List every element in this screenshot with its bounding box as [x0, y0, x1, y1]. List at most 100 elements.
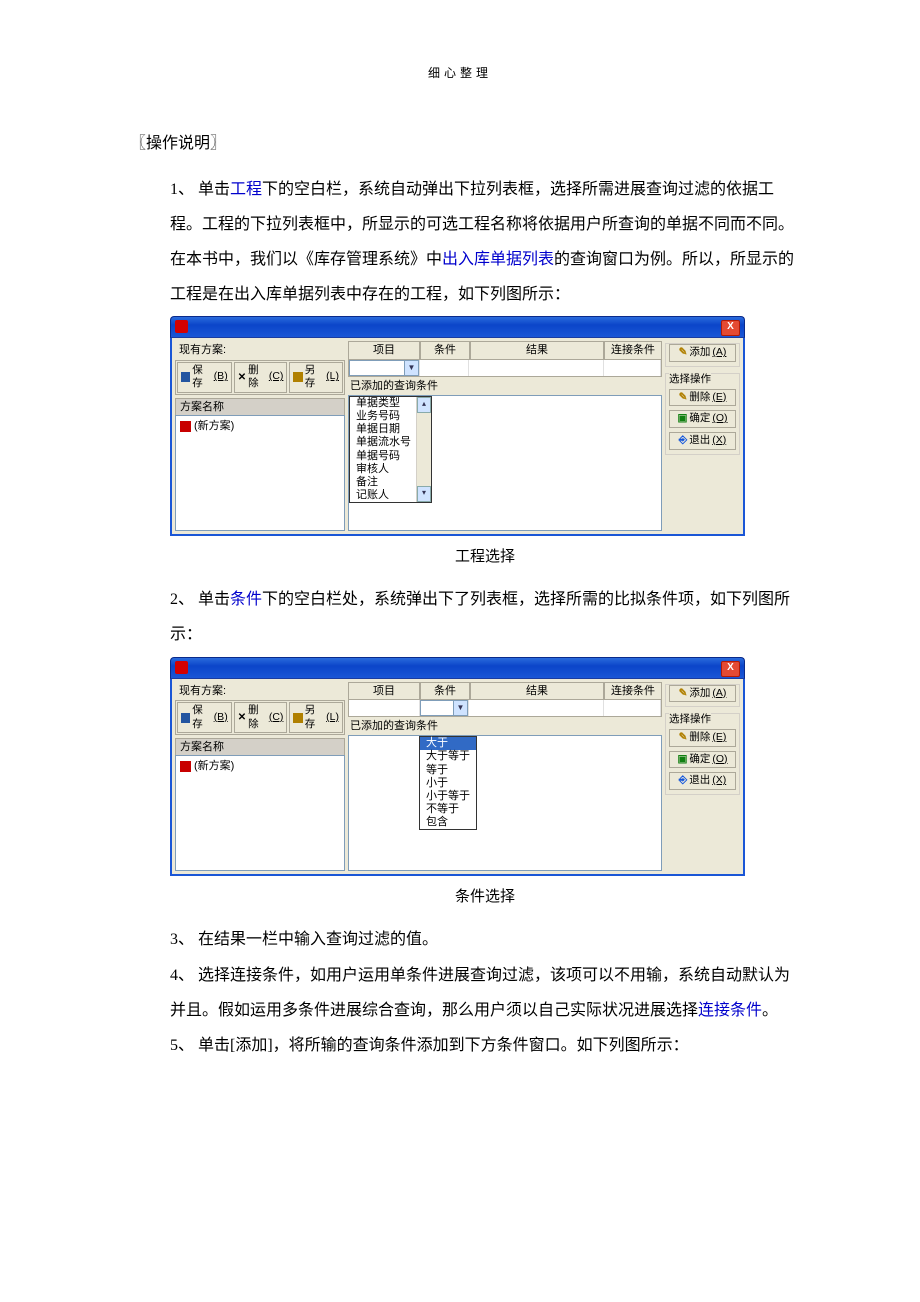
app-icon	[175, 661, 188, 674]
app-icon	[175, 320, 188, 333]
delete-button[interactable]: ✕删除(C)	[234, 362, 288, 393]
add-icon: ✎	[679, 346, 688, 360]
add-button[interactable]: ✎添加(A)	[669, 344, 736, 362]
dropdown-option[interactable]: 大于	[420, 737, 476, 750]
dropdown-option[interactable]: 单据日期	[350, 423, 417, 436]
save-icon	[181, 713, 190, 723]
text: 在结果一栏中输入查询过滤的值。	[198, 931, 438, 948]
add-icon: ✎	[679, 687, 688, 701]
current-plan-label: 现有方案:	[175, 682, 345, 700]
delete-icon: ✎	[679, 391, 688, 405]
dropdown-option[interactable]: 等于	[420, 764, 476, 777]
ok-button[interactable]: ▣确定(O)	[669, 751, 736, 769]
dropdown-option[interactable]: 单据流水号	[350, 436, 417, 449]
dropdown-option[interactable]: 单据号码	[350, 450, 417, 463]
step-num: 5、	[170, 1037, 194, 1054]
save-button[interactable]: 保存(B)	[177, 362, 232, 393]
close-button[interactable]: X	[721, 661, 740, 677]
exit-icon: ⎆	[679, 434, 687, 448]
caption-1: 工程选择	[170, 542, 800, 572]
dropdown-option[interactable]: 备注	[350, 476, 417, 489]
saveas-icon	[293, 372, 302, 382]
condition-combo[interactable]: ▼	[420, 700, 468, 716]
link-doc-list: 出入库单据列表	[442, 251, 554, 268]
dropdown-option[interactable]: 业务号码	[350, 410, 417, 423]
step-4: 4、选择连接条件，如用户运用单条件进展查询过滤，该项可以不用输，系统自动默认为并…	[170, 958, 800, 1028]
add-button[interactable]: ✎添加(A)	[669, 685, 736, 703]
dropdown-option[interactable]: 小于	[420, 777, 476, 790]
screenshot-project-select: X 现有方案: 保存(B) ✕删除(C) 另存(L) 方案名称	[170, 316, 745, 536]
chevron-down-icon[interactable]: ▼	[453, 701, 467, 715]
exit-button[interactable]: ⎆退出(X)	[669, 772, 736, 790]
saveas-icon	[293, 713, 302, 723]
exit-button[interactable]: ⎆退出(X)	[669, 432, 736, 450]
dropdown-option[interactable]: 记账人	[350, 489, 417, 502]
step-3: 3、在结果一栏中输入查询过滤的值。	[170, 922, 800, 957]
text: 单击	[198, 181, 230, 198]
plan-icon	[180, 761, 191, 772]
titlebar[interactable]: X	[170, 316, 745, 338]
plan-list[interactable]: (新方案)	[175, 755, 345, 871]
delete-icon: ✕	[238, 711, 246, 724]
text: 单击	[198, 591, 230, 608]
save-button[interactable]: 保存(B)	[177, 702, 232, 733]
saveas-button[interactable]: 另存(L)	[289, 362, 343, 393]
step-num: 1、	[170, 181, 194, 198]
step-2: 2、单击条件下的空白栏处，系统弹出下了列表框，选择所需的比拟条件项，如下列图所示…	[170, 582, 800, 912]
current-plan-label: 现有方案:	[175, 341, 345, 359]
dropdown-option[interactable]: 包含	[420, 816, 476, 829]
select-operation-label: 选择操作	[669, 373, 711, 387]
project-combo[interactable]: ▼	[349, 360, 419, 376]
exit-icon: ⎆	[679, 774, 687, 788]
plan-list[interactable]: (新方案)	[175, 415, 345, 531]
delete-icon: ✎	[679, 731, 688, 745]
section-title: 〖操作说明〗	[130, 126, 800, 161]
project-dropdown[interactable]: 单据类型 业务号码 单据日期 单据流水号 单据号码 审核人 备注 记账人 ▴	[349, 396, 432, 504]
link-project: 工程	[230, 181, 262, 198]
lower-label: 已添加的查询条件	[348, 377, 662, 395]
titlebar[interactable]: X	[170, 657, 745, 679]
conditions-pane[interactable]: 大于 大于等于 等于 小于 小于等于 不等于 包含	[348, 735, 662, 871]
dropdown-option[interactable]: 单据类型	[350, 397, 417, 410]
dropdown-option[interactable]: 审核人	[350, 463, 417, 476]
step-1: 1、单击工程下的空白栏，系统自动弹出下拉列表框，选择所需进展查询过滤的依据工程。…	[170, 172, 800, 573]
plan-item-label: (新方案)	[194, 419, 234, 433]
link-connect-cond: 连接条件	[698, 1002, 762, 1019]
scrollbar[interactable]: ▴ ▾	[416, 397, 431, 503]
plan-item[interactable]: (新方案)	[178, 758, 342, 774]
step-num: 3、	[170, 931, 194, 948]
scroll-up-icon[interactable]: ▴	[417, 397, 431, 413]
plan-item[interactable]: (新方案)	[178, 418, 342, 434]
dropdown-option[interactable]: 小于等于	[420, 790, 476, 803]
condition-dropdown[interactable]: 大于 大于等于 等于 小于 小于等于 不等于 包含	[419, 736, 477, 830]
col-connect: 连接条件	[604, 341, 662, 359]
link-condition: 条件	[230, 591, 262, 608]
screenshot-condition-select: X 现有方案: 保存(B) ✕删除(C) 另存(L) 方案名称	[170, 657, 745, 877]
text: 下的空白栏处，系统弹出下了列表框，选择所需的比拟条件项，如下列图所示：	[170, 591, 790, 643]
save-icon	[181, 372, 190, 382]
step-num: 2、	[170, 591, 194, 608]
text: 。	[762, 1002, 778, 1019]
page-header: 细心整理	[120, 60, 800, 86]
delete-cond-button[interactable]: ✎删除(E)	[669, 389, 736, 407]
delete-icon: ✕	[238, 371, 246, 384]
chevron-down-icon[interactable]: ▼	[404, 361, 418, 375]
col-condition: 条件	[420, 682, 470, 700]
col-result: 结果	[470, 682, 604, 700]
plan-name-header: 方案名称	[175, 398, 345, 415]
conditions-pane[interactable]: 单据类型 业务号码 单据日期 单据流水号 单据号码 审核人 备注 记账人 ▴	[348, 395, 662, 531]
step-5: 5、单击[添加]，将所输的查询条件添加到下方条件窗口。如下列图所示：	[170, 1028, 800, 1063]
dropdown-option[interactable]: 不等于	[420, 803, 476, 816]
ok-button[interactable]: ▣确定(O)	[669, 410, 736, 428]
saveas-button[interactable]: 另存(L)	[289, 702, 343, 733]
close-button[interactable]: X	[721, 320, 740, 336]
ok-icon: ▣	[677, 753, 687, 767]
scroll-down-icon[interactable]: ▾	[417, 486, 431, 502]
delete-button[interactable]: ✕删除(C)	[234, 702, 288, 733]
plan-item-label: (新方案)	[194, 759, 234, 773]
col-connect: 连接条件	[604, 682, 662, 700]
dropdown-option[interactable]: 大于等于	[420, 750, 476, 763]
delete-cond-button[interactable]: ✎删除(E)	[669, 729, 736, 747]
text: 单击[添加]，将所输的查询条件添加到下方条件窗口。如下列图所示：	[198, 1037, 689, 1054]
col-condition: 条件	[420, 341, 470, 359]
